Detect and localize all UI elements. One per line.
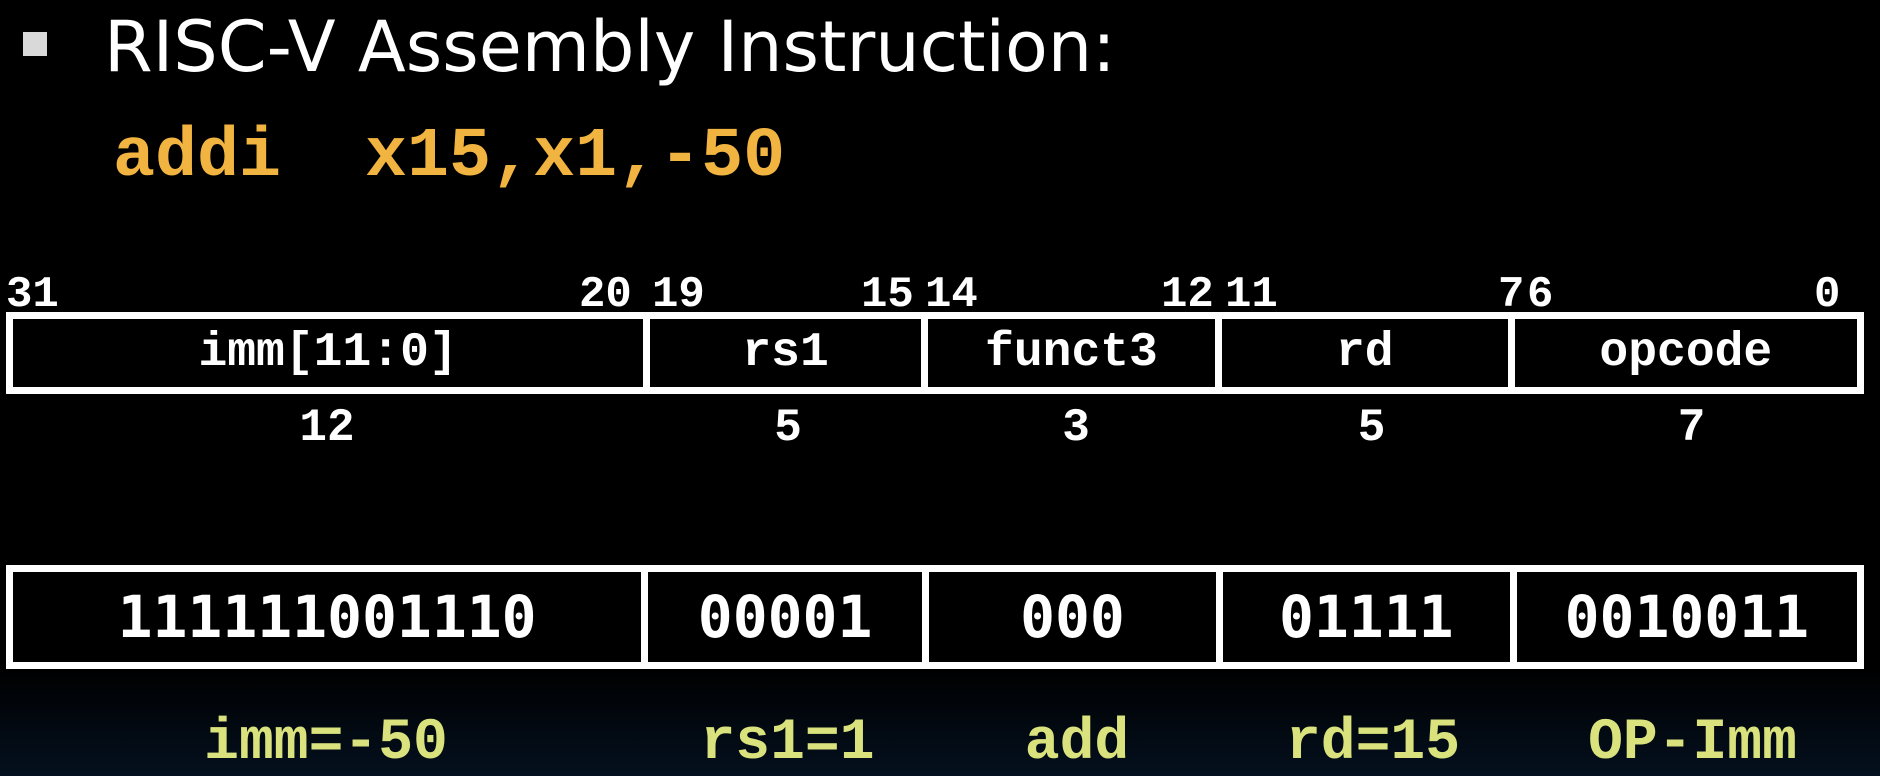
field-funct3: funct3 bbox=[928, 319, 1222, 387]
width-rd: 5 bbox=[1357, 402, 1386, 454]
field-widths-row: 12 5 3 5 7 bbox=[6, 402, 1864, 454]
field-opcode: opcode bbox=[1599, 326, 1773, 380]
width-rs1: 5 bbox=[774, 402, 802, 454]
assembly-instruction: addi x15,x1,-50 bbox=[113, 118, 786, 197]
decoded-rs1: rs1=1 bbox=[700, 711, 875, 776]
machine-code-row: 111111001110 00001 000 01111 0010011 bbox=[6, 565, 1864, 669]
bits-rd: 01111 bbox=[1223, 572, 1517, 662]
decoded-funct3: add bbox=[1024, 711, 1130, 776]
decoded-imm: imm=-50 bbox=[204, 711, 448, 776]
bullet-square-icon bbox=[23, 32, 47, 56]
bits-rs1: 00001 bbox=[648, 572, 930, 662]
width-imm: 12 bbox=[299, 402, 355, 454]
bits-imm: 111111001110 bbox=[13, 572, 649, 662]
bits-funct3: 000 bbox=[929, 572, 1223, 662]
width-opcode: 7 bbox=[1677, 402, 1706, 454]
decoded-rd: rd=15 bbox=[1285, 711, 1461, 776]
decoded-opcode: OP-Imm bbox=[1588, 711, 1797, 776]
decoded-fields-row: imm=-50 rs1=1 add rd=15 OP-Imm bbox=[6, 712, 1864, 776]
slide-heading: RISC-V Assembly Instruction: bbox=[104, 6, 1116, 88]
bits-opcode: 0010011 bbox=[1564, 583, 1810, 651]
field-rd: rd bbox=[1222, 319, 1515, 387]
field-rs1: rs1 bbox=[650, 319, 929, 387]
width-funct3: 3 bbox=[1062, 402, 1090, 454]
field-imm: imm[11:0] bbox=[13, 319, 651, 387]
instruction-format-row: imm[11:0] rs1 funct3 rd opcode bbox=[6, 312, 1864, 394]
